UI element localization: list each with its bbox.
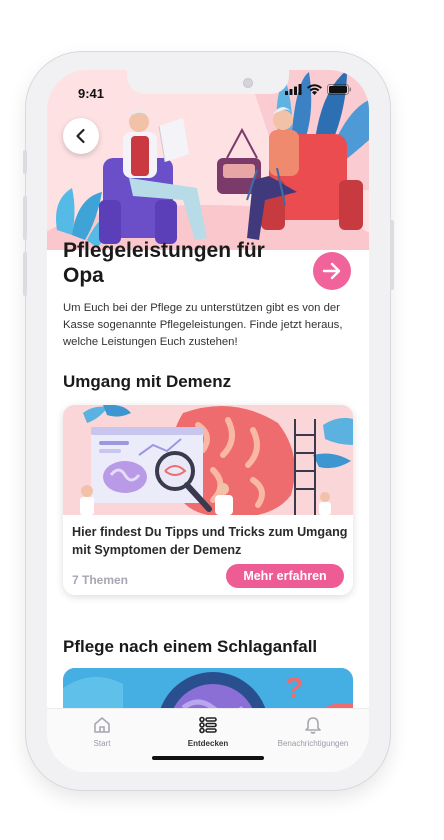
intro-text: Um Euch bei der Pflege zu unterstützen g…: [63, 302, 343, 348]
tab-start[interactable]: Start: [52, 715, 152, 748]
tab-label-start: Start: [93, 739, 111, 748]
volume-up-button: [23, 196, 27, 240]
battery-icon: [327, 84, 351, 95]
device-notch: [127, 70, 289, 94]
home-icon: [94, 717, 110, 733]
page-title: Pflegeleistungen für Opa: [63, 239, 265, 287]
dementia-card[interactable]: Hier findest Du Tipps und Tricks zum Umg…: [63, 405, 353, 595]
section-title-dementia: Umgang mit Demenz: [63, 372, 232, 391]
app-screen: 9:41 Pflegeleistungen für Opa Um Euch be…: [47, 70, 369, 772]
svg-text:?: ?: [285, 672, 303, 705]
front-camera: [243, 78, 253, 88]
topic-count: 7 Themen: [72, 573, 129, 587]
signal-icon: [285, 84, 302, 95]
status-icons: [285, 84, 351, 95]
back-button[interactable]: [63, 118, 99, 154]
list-icon: [199, 716, 217, 734]
chevron-left-icon: [76, 128, 85, 144]
next-button[interactable]: [313, 252, 351, 290]
card-description: Hier findest Du Tipps und Tricks zum Umg…: [72, 525, 348, 557]
mute-switch: [23, 150, 27, 174]
tab-notifications[interactable]: Benachrichtigungen: [263, 715, 363, 748]
arrow-right-icon: [322, 262, 341, 280]
power-button: [390, 220, 394, 290]
dementia-illustration: [63, 405, 353, 515]
learn-more-button[interactable]: Mehr erfahren: [226, 564, 344, 588]
status-time: 9:41: [78, 86, 105, 101]
volume-down-button: [23, 252, 27, 296]
bell-icon: [305, 717, 321, 734]
tab-label-discover: Entdecken: [187, 739, 229, 748]
tab-discover[interactable]: Entdecken: [158, 715, 258, 748]
section-title-stroke: Pflege nach einem Schlaganfall: [63, 637, 318, 656]
wifi-icon: [307, 84, 322, 95]
tab-label-notifications: Benachrichtigungen: [277, 739, 349, 748]
home-indicator: [152, 756, 264, 760]
tab-bar: Start Entdecken Benachrichtigungen: [47, 708, 369, 772]
